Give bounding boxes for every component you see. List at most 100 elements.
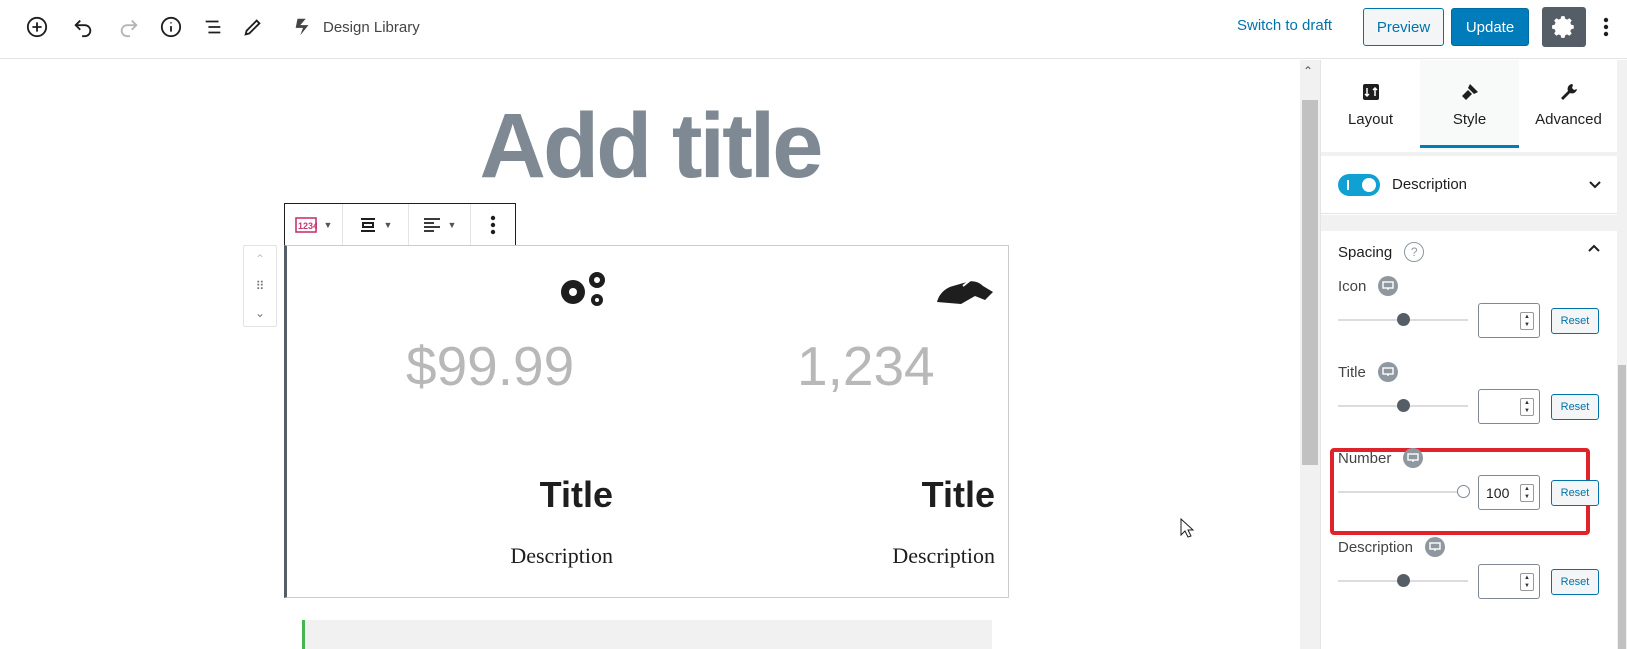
- reset-button[interactable]: Reset: [1551, 308, 1599, 334]
- mouse-cursor-icon: [1180, 518, 1194, 538]
- help-icon[interactable]: ?: [1404, 242, 1425, 262]
- post-title-input[interactable]: Add title: [0, 94, 1300, 199]
- control-label-row: Title: [1338, 362, 1398, 382]
- responsive-desktop-icon[interactable]: [1378, 276, 1399, 296]
- gear-icon: [1552, 16, 1574, 38]
- update-button[interactable]: Update: [1451, 8, 1529, 46]
- gears-icon: [561, 272, 605, 306]
- editor-canvas: Add title 1234 ▼ ▼ ▼ ⌃ ⠿ ⌄ $99.99 Title …: [0, 60, 1300, 649]
- count-number[interactable]: $99.99: [406, 334, 574, 398]
- control-label-row: Description: [1338, 537, 1446, 557]
- spacing-slider[interactable]: [1338, 485, 1470, 498]
- move-down-icon[interactable]: ⌄: [255, 306, 265, 320]
- slider-handle[interactable]: [1397, 574, 1410, 587]
- editor-scrollbar[interactable]: ⌃: [1300, 60, 1320, 649]
- block-toolbar: 1234 ▼ ▼ ▼: [284, 203, 516, 245]
- settings-button[interactable]: [1542, 7, 1586, 47]
- spacing-control-number: Number 100 ▲ ▼ Reset: [1338, 448, 1608, 528]
- spacing-control-description: Description ▲ ▼ Reset: [1338, 537, 1608, 617]
- description-toggle[interactable]: [1338, 173, 1380, 196]
- stepper-icon[interactable]: ▲ ▼: [1520, 484, 1534, 502]
- tab-style[interactable]: Style: [1420, 60, 1519, 150]
- control-label: Icon: [1338, 277, 1367, 295]
- spacing-slider[interactable]: [1338, 399, 1468, 412]
- chevron-down-icon[interactable]: [1588, 178, 1602, 192]
- chevron-down-icon: ▼: [323, 219, 333, 230]
- block-align-control[interactable]: ▼: [343, 204, 409, 245]
- align-center-icon: [360, 217, 375, 232]
- reset-button[interactable]: Reset: [1551, 480, 1599, 506]
- count-up-block[interactable]: $99.99 Title Description 1,234 Title Des…: [284, 245, 1009, 598]
- design-library-button[interactable]: Design Library: [292, 14, 420, 40]
- spacing-slider[interactable]: [1338, 574, 1468, 587]
- count-description[interactable]: Description: [510, 543, 613, 569]
- control-label-row: Icon: [1338, 276, 1399, 296]
- add-block-icon[interactable]: [22, 12, 52, 42]
- spacing-number-input[interactable]: 100 ▲ ▼: [1478, 475, 1540, 510]
- brush-icon: [1461, 83, 1478, 100]
- design-library-label: Design Library: [323, 18, 420, 36]
- slider-handle[interactable]: [1397, 399, 1410, 412]
- block-settings-sidebar: Layout Style Advanced Description Spacin…: [1320, 60, 1618, 649]
- layout-icon: [1362, 83, 1379, 100]
- responsive-desktop-icon[interactable]: [1377, 362, 1398, 382]
- stepper-icon[interactable]: ▲ ▼: [1520, 312, 1534, 330]
- chevron-down-icon: ▼: [383, 219, 393, 230]
- control-label: Description: [1338, 538, 1414, 556]
- tab-label: Layout: [1347, 110, 1394, 128]
- chevron-up-icon[interactable]: [1587, 241, 1601, 255]
- drag-handle-icon[interactable]: ⠿: [256, 279, 265, 293]
- spacing-number-input[interactable]: ▲ ▼: [1478, 389, 1540, 424]
- control-label: Title: [1338, 363, 1366, 381]
- control-label-row: Number: [1338, 448, 1424, 468]
- block-type-switcher[interactable]: 1234 ▼: [285, 204, 343, 245]
- chevron-down-icon: ▼: [447, 219, 457, 230]
- stepper-icon[interactable]: ▲ ▼: [1520, 398, 1534, 416]
- editor-top-toolbar: Design Library Switch to draft Preview U…: [0, 0, 1627, 59]
- count-up-column-2: 1,234 Title Description: [669, 246, 1009, 599]
- spacing-control-title: Title ▲ ▼ Reset: [1338, 362, 1608, 442]
- more-options-icon[interactable]: [1598, 12, 1614, 42]
- slider-handle[interactable]: [1457, 485, 1470, 498]
- list-view-icon[interactable]: [198, 12, 228, 42]
- spacing-heading: Spacing: [1338, 243, 1393, 261]
- stepper-icon[interactable]: ▲ ▼: [1520, 573, 1534, 591]
- count-number[interactable]: 1,234: [797, 334, 935, 398]
- spacing-slider[interactable]: [1338, 313, 1468, 326]
- more-vertical-icon: [490, 215, 496, 234]
- scroll-up-icon[interactable]: ⌃: [1303, 64, 1313, 78]
- slider-handle[interactable]: [1397, 313, 1410, 326]
- handshake-icon: [937, 276, 993, 304]
- spacing-number-input[interactable]: ▲ ▼: [1478, 303, 1540, 338]
- description-panel-header[interactable]: Description: [1321, 156, 1618, 214]
- description-toggle-label: Description: [1392, 176, 1468, 193]
- count-title[interactable]: Title: [540, 474, 613, 516]
- sidebar-scrollbar[interactable]: [1617, 60, 1627, 649]
- reset-button[interactable]: Reset: [1551, 569, 1599, 595]
- reset-button[interactable]: Reset: [1551, 394, 1599, 420]
- responsive-desktop-icon[interactable]: [1403, 448, 1424, 468]
- tab-layout[interactable]: Layout: [1321, 60, 1420, 150]
- count-description[interactable]: Description: [892, 543, 995, 569]
- divider: [1321, 215, 1618, 231]
- scrollbar-thumb[interactable]: [1618, 365, 1626, 649]
- undo-icon[interactable]: [68, 12, 98, 42]
- control-label: Number: [1338, 449, 1392, 467]
- spacing-number-input[interactable]: ▲ ▼: [1478, 564, 1540, 599]
- stackable-logo-icon: [295, 18, 309, 36]
- redo-icon[interactable]: [114, 12, 144, 42]
- tab-advanced[interactable]: Advanced: [1519, 60, 1618, 150]
- input-value: 100: [1486, 484, 1510, 501]
- count-title[interactable]: Title: [922, 474, 995, 516]
- text-align-control[interactable]: ▼: [409, 204, 471, 245]
- scrollbar-thumb[interactable]: [1302, 100, 1318, 465]
- next-block-placeholder[interactable]: [302, 620, 992, 649]
- info-icon[interactable]: [156, 12, 186, 42]
- responsive-desktop-icon[interactable]: [1425, 537, 1446, 557]
- move-up-icon[interactable]: ⌃: [255, 252, 265, 266]
- edit-pencil-icon[interactable]: [238, 12, 268, 42]
- block-more-options[interactable]: [471, 204, 515, 245]
- spacing-panel-header[interactable]: Spacing ?: [1338, 242, 1425, 262]
- preview-button[interactable]: Preview: [1363, 8, 1444, 46]
- switch-to-draft-link[interactable]: Switch to draft: [1237, 17, 1332, 34]
